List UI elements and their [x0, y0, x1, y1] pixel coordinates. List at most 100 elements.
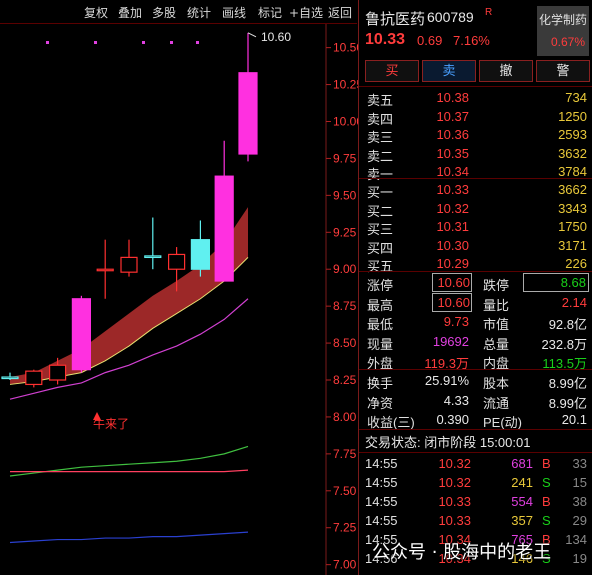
ask-row[interactable]: 卖三 10.36 2593	[359, 125, 592, 145]
y-tick-label: 10.25	[333, 78, 358, 92]
candle-body	[25, 370, 43, 386]
y-tick-label: 8.75	[333, 299, 357, 313]
stat-row: 最低 9.73 市值 92.8亿	[359, 312, 592, 332]
stat-value: 8.68	[523, 273, 589, 292]
toolbar-divider	[0, 23, 357, 24]
price-change-pct: 7.16%	[453, 33, 490, 48]
tick-count: 15	[572, 475, 587, 490]
y-tick-label: 8.25	[333, 373, 357, 387]
bid-row[interactable]: 买三 10.31 1750	[359, 217, 592, 237]
ask-volume: 3632	[558, 145, 587, 161]
tick-time: 14:55	[365, 494, 398, 509]
stat-row: 现量 19692 总量 232.8万	[359, 332, 592, 352]
tick-volume: 357	[511, 513, 533, 528]
stat-label: 最高	[367, 297, 394, 313]
mark-button[interactable]: 标记	[258, 4, 282, 21]
stat-row: 最高 10.60 量比 2.14	[359, 292, 592, 313]
bid-row[interactable]: 买一 10.33 3662	[359, 180, 592, 200]
stat-value: 20.1	[561, 412, 587, 428]
high-label: 10.60	[261, 30, 291, 44]
stock-name: 鲁抗医药	[365, 11, 426, 28]
stat-label: 股本	[483, 376, 510, 391]
candle-body	[96, 268, 114, 272]
industry-name: 化学制药	[539, 13, 588, 27]
draw-line-button[interactable]: 画线	[222, 4, 246, 21]
stock-code: 600789	[427, 9, 474, 25]
tick-time: 14:55	[365, 456, 398, 471]
stat-label: 流通	[483, 395, 510, 411]
stat-value: 9.73	[443, 314, 469, 330]
candle-body	[48, 364, 67, 381]
stat-label: 跌停	[483, 278, 510, 293]
industry-change: 0.67%	[550, 35, 585, 49]
bid-price: 10.33	[436, 182, 469, 197]
add-watchlist-button[interactable]: +自选	[289, 4, 323, 21]
tick-time: 14:55	[365, 513, 398, 528]
stat-value: 10.60	[432, 292, 472, 312]
ask-price: 10.37	[436, 108, 469, 124]
ask-price: 10.34	[436, 164, 469, 179]
tick-count: 38	[572, 494, 587, 509]
industry-box[interactable]: 化学制药 0.67%	[537, 6, 589, 56]
stat-value: 232.8万	[541, 336, 587, 352]
candle-body	[238, 72, 258, 155]
watermark: 公众号 · 股海中的老王	[372, 542, 552, 563]
alert-button[interactable]: 警	[536, 60, 590, 82]
y-tick-label: 7.75	[333, 447, 357, 461]
bid-price: 10.29	[436, 256, 469, 271]
overlay-button[interactable]: 叠加	[118, 4, 142, 21]
ask-row[interactable]: 卖二 10.35 3632	[359, 144, 592, 164]
bid-price: 10.31	[436, 219, 469, 234]
stat-label: 总量	[483, 336, 510, 352]
bid-volume: 1750	[558, 219, 587, 234]
ask-row[interactable]: 卖四 10.37 1250	[359, 107, 592, 127]
signal-dot	[142, 41, 145, 44]
tick-volume: 681	[511, 456, 533, 471]
kline-chart[interactable]: 10.50 10.25 10.00 9.75 9.50 9.25 9.00 8.75 8.50 8…	[0, 0, 358, 575]
sell-button[interactable]: 卖	[422, 60, 476, 82]
stat-row: 涨停 10.60 跌停 8.68	[359, 273, 592, 293]
price-change: 0.69	[417, 33, 443, 48]
stat-value: 8.99亿	[548, 395, 587, 411]
ask-volume: 734	[565, 90, 587, 105]
ask-row[interactable]: 卖一 10.34 3784	[359, 162, 592, 182]
tick-time: 14:55	[365, 475, 398, 490]
stat-value: 92.8亿	[548, 317, 587, 333]
tick-count: 33	[572, 456, 587, 471]
tick-row: 14:55 10.33 554 B 38	[359, 492, 592, 512]
bid-volume: 3171	[558, 237, 587, 253]
fuquan-button[interactable]: 复权	[84, 4, 108, 21]
signal-dot	[94, 41, 97, 44]
margin-flag: R	[485, 7, 493, 18]
tick-price: 10.33	[438, 494, 471, 509]
buy-button[interactable]: 买	[365, 60, 419, 82]
y-tick-label: 9.00	[333, 262, 357, 276]
tick-price: 10.32	[438, 456, 471, 471]
stat-label: 涨停	[367, 278, 394, 293]
candle-body	[214, 175, 234, 282]
stats-button[interactable]: 统计	[187, 4, 211, 21]
tick-row: 14:55 10.32 241 S 15	[359, 473, 592, 493]
annotation-label: 牛来了	[93, 416, 129, 431]
cancel-order-button[interactable]: 撤	[479, 60, 533, 82]
y-tick-label: 10.00	[333, 114, 358, 128]
y-tick-label: 7.50	[333, 484, 357, 498]
stat-value: 8.99亿	[548, 376, 587, 391]
ask-row[interactable]: 卖五 10.38 734	[359, 88, 592, 108]
chart-toolbar: 复权 叠加 多股 统计 画线 标记 +自选 返回	[0, 0, 358, 24]
y-tick-label: 8.50	[333, 336, 357, 350]
back-button[interactable]: 返回	[328, 4, 352, 21]
tick-side: B	[542, 494, 551, 509]
tick-price: 10.33	[438, 513, 471, 528]
stat-value: 25.91%	[424, 373, 469, 388]
ask-volume: 2593	[558, 127, 587, 142]
y-tick-label: 10.50	[333, 41, 358, 55]
stat-value: 19692	[432, 333, 469, 349]
ask-price: 10.38	[436, 90, 469, 105]
candle-body	[1, 376, 19, 380]
multi-stock-button[interactable]: 多股	[152, 4, 176, 21]
tick-count: 134	[565, 532, 587, 547]
bid-row[interactable]: 买四 10.30 3171	[359, 236, 592, 256]
bid-row[interactable]: 买二 10.32 3343	[359, 199, 592, 219]
tick-volume: 554	[511, 494, 533, 509]
